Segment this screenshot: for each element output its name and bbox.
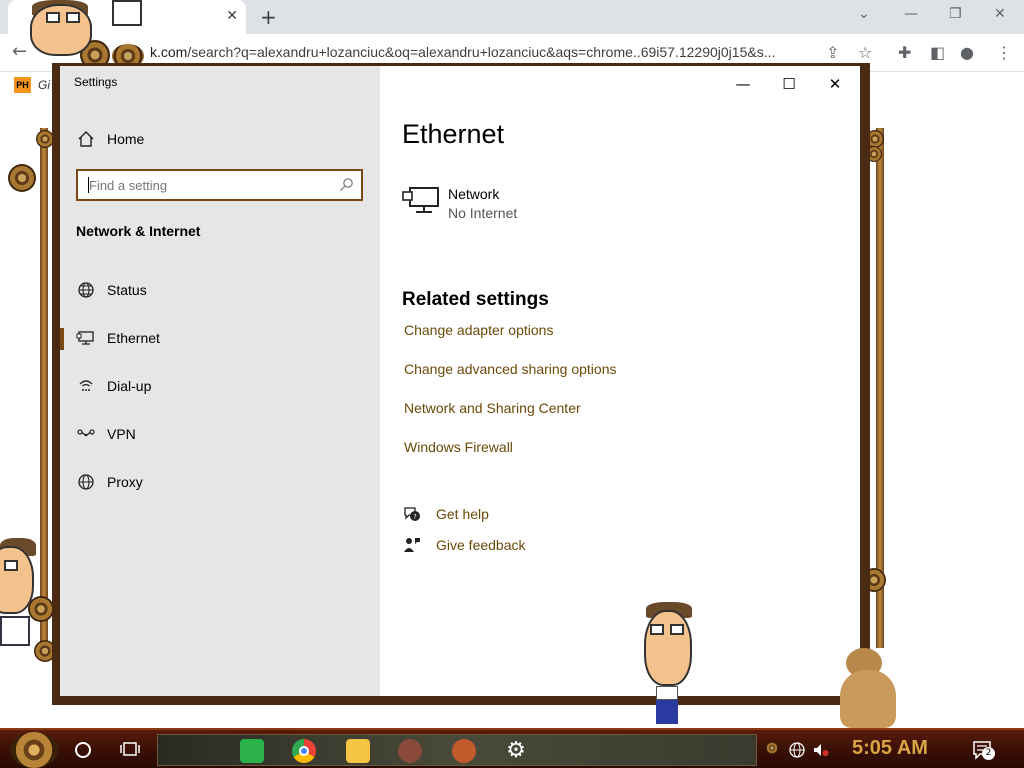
prairie-dog-decoration [832, 648, 900, 728]
network-status: No Internet [448, 205, 518, 221]
give-feedback-icon [404, 538, 420, 552]
file-explorer-icon[interactable] [346, 739, 370, 763]
profile-avatar-icon[interactable]: ● [960, 43, 974, 62]
cartoon-glasses [670, 624, 684, 635]
url-host: k.com [150, 44, 188, 60]
network-entry[interactable]: Network No Internet [380, 176, 680, 226]
search-icon[interactable] [338, 177, 354, 193]
browser-minimize-icon[interactable]: — [904, 6, 918, 22]
task-view-icon[interactable] [120, 740, 140, 758]
ethernet-icon [76, 331, 94, 345]
cortana-search-icon[interactable] [75, 742, 91, 758]
nav-item-ethernet[interactable]: Ethernet [60, 320, 380, 356]
search-input[interactable] [89, 175, 329, 195]
back-arrow-icon[interactable]: ← [12, 41, 27, 62]
settings-content: — ☐ ✕ Ethernet Network No Internet Relat… [380, 66, 860, 696]
cartoon-character-bottom [640, 600, 700, 726]
cartoon-glasses [650, 624, 664, 635]
cartoon-hand [112, 0, 142, 26]
home-icon [78, 131, 94, 147]
nav-item-label: Ethernet [107, 330, 160, 346]
globe-status-icon [78, 282, 94, 298]
windows-firewall-link[interactable]: Windows Firewall [404, 439, 513, 455]
photo-app-icon[interactable] [398, 739, 422, 763]
page-title: Ethernet [402, 119, 505, 149]
minimize-icon[interactable]: — [720, 70, 766, 98]
related-settings-heading: Related settings [402, 289, 549, 310]
nav-item-status[interactable]: Status [60, 272, 380, 308]
volume-muted-icon[interactable] [812, 741, 830, 759]
cartoon-character-left [0, 538, 40, 648]
gear-bird-decoration [8, 164, 36, 192]
squirrel-app-icon[interactable] [452, 739, 476, 763]
give-feedback-link[interactable]: Give feedback [436, 537, 526, 553]
nav-item-dialup[interactable]: Dial-up [60, 368, 380, 404]
nav-item-label: VPN [107, 426, 136, 442]
cartoon-head [0, 546, 34, 614]
tab-search-icon[interactable]: ⌄ [858, 6, 870, 22]
bookmark-label[interactable]: Gi [38, 78, 50, 92]
settings-window: Settings Home Network & Internet Status [60, 66, 860, 696]
svg-text:?: ? [413, 513, 417, 521]
new-tab-button[interactable]: + [260, 5, 277, 29]
start-button[interactable] [10, 732, 58, 768]
globe-icon [78, 474, 94, 490]
side-panel-icon[interactable]: ◧ [930, 43, 945, 62]
ethernet-network-icon [402, 187, 439, 213]
browser-restore-icon[interactable]: ❐ [949, 6, 962, 22]
cartoon-character-top [30, 0, 142, 60]
dialup-icon [79, 380, 93, 391]
notification-count-badge: 2 [982, 747, 995, 760]
share-icon[interactable]: ⇪ [826, 43, 839, 62]
address-bar[interactable]: k.com/search?q=alexandru+lozanciuc&oq=al… [150, 44, 820, 60]
get-help-link[interactable]: Get help [436, 506, 489, 522]
category-heading: Network & Internet [76, 223, 201, 239]
cartoon-head [30, 4, 92, 56]
nav-home[interactable]: Home [60, 124, 380, 154]
change-adapter-options-link[interactable]: Change adapter options [404, 322, 553, 338]
taskbar-apps-panel: ⚙ [157, 734, 757, 766]
browser-tabbar: ✕ + ⌄ — ❐ ✕ [0, 0, 1024, 34]
nav-home-label: Home [107, 131, 145, 147]
prairie-dog-body [840, 670, 896, 728]
extensions-icon[interactable]: ✚ [898, 43, 911, 62]
nav-item-label: Status [107, 282, 147, 298]
tab-close-icon[interactable]: ✕ [226, 8, 238, 24]
taskbar-clock[interactable]: 5:05 AM [852, 737, 928, 760]
cartoon-glasses [46, 12, 60, 23]
spotify-icon[interactable] [240, 739, 264, 763]
cartoon-pants [656, 700, 678, 724]
frame-left-rail [40, 128, 48, 648]
get-help-icon: ? [404, 507, 420, 521]
cartoon-glasses [4, 560, 18, 571]
chrome-icon[interactable] [292, 739, 316, 763]
nav-item-vpn[interactable]: VPN [60, 416, 380, 452]
close-icon[interactable]: ✕ [812, 70, 858, 98]
url-path: /search?q=alexandru+lozanciuc&oq=alexand… [187, 44, 776, 60]
change-sharing-options-link[interactable]: Change advanced sharing options [404, 361, 617, 377]
nav-item-label: Proxy [107, 474, 143, 490]
network-sharing-center-link[interactable]: Network and Sharing Center [404, 400, 581, 416]
cartoon-head [644, 610, 692, 686]
cartoon-glasses [66, 12, 80, 23]
browser-menu-icon[interactable]: ⋮ [996, 43, 1012, 62]
bookmark-favicon[interactable]: PH [14, 77, 31, 93]
settings-gear-icon[interactable]: ⚙ [504, 739, 528, 763]
taskbar: ⚙ 5:05 AM 2 [0, 728, 1024, 768]
cartoon-shirt [656, 686, 678, 700]
network-tray-icon[interactable] [788, 741, 806, 759]
nav-item-label: Dial-up [107, 378, 152, 394]
tray-gear-decoration [766, 742, 778, 754]
network-name: Network [448, 186, 500, 202]
settings-sidebar: Settings Home Network & Internet Status [60, 66, 380, 696]
maximize-icon[interactable]: ☐ [766, 70, 812, 98]
nav-item-proxy[interactable]: Proxy [60, 464, 380, 500]
vpn-icon [77, 429, 95, 437]
bookmark-star-icon[interactable]: ☆ [858, 43, 872, 62]
browser-close-icon[interactable]: ✕ [994, 6, 1006, 22]
cartoon-shirt [0, 616, 30, 646]
window-title: Settings [74, 75, 118, 89]
search-setting-box[interactable] [76, 169, 363, 201]
